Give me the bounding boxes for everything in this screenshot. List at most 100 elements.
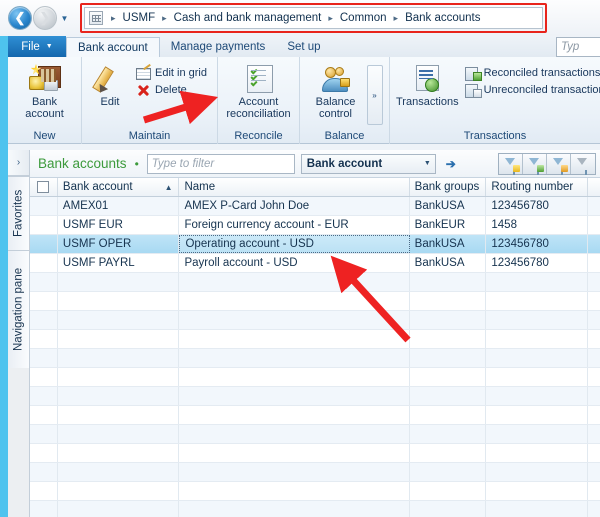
new-bank-account-label: Bank account bbox=[25, 96, 64, 120]
cell-empty bbox=[30, 292, 58, 310]
balance-control-button[interactable]: Balance control bbox=[307, 62, 365, 120]
history-dropdown-icon[interactable]: ▼ bbox=[58, 8, 71, 28]
back-button[interactable]: ❮ bbox=[8, 6, 32, 30]
clear-filter-button[interactable] bbox=[571, 153, 595, 175]
breadcrumb-item-section[interactable]: Common bbox=[338, 11, 389, 25]
column-header-routing-number[interactable]: Routing number bbox=[486, 178, 589, 196]
tab-manage-payments[interactable]: Manage payments bbox=[160, 36, 277, 57]
table-row-selected[interactable]: USMF OPER Operating account - USD BankUS… bbox=[30, 235, 600, 254]
row-select-cell[interactable] bbox=[30, 254, 58, 272]
account-reconciliation-icon bbox=[243, 64, 275, 94]
breadcrumb-item-page[interactable]: Bank accounts bbox=[403, 11, 482, 25]
cell-empty bbox=[410, 482, 487, 500]
row-select-cell[interactable] bbox=[30, 216, 58, 234]
cell-empty bbox=[486, 406, 589, 424]
cell-empty bbox=[486, 387, 589, 405]
reconciled-transactions-button[interactable]: Reconciled transactions bbox=[464, 66, 600, 81]
cell-routing-number: 123456780 bbox=[486, 254, 589, 272]
breadcrumb-separator-icon: ▸ bbox=[393, 12, 399, 23]
cell-empty bbox=[588, 273, 600, 291]
cell-routing-number: 123456780 bbox=[486, 197, 589, 215]
table-row-empty[interactable] bbox=[30, 387, 600, 406]
table-row-empty[interactable] bbox=[30, 349, 600, 368]
cell-empty bbox=[179, 311, 410, 329]
ribbon-group-label-new: New bbox=[33, 130, 56, 142]
cell-empty bbox=[179, 425, 410, 443]
cell-overflow bbox=[588, 235, 600, 253]
cell-empty bbox=[30, 501, 58, 517]
cell-empty bbox=[58, 463, 180, 481]
table-row-empty[interactable] bbox=[30, 425, 600, 444]
table-row[interactable]: USMF EUR Foreign currency account - EUR … bbox=[30, 216, 600, 235]
table-row[interactable]: AMEX01 AMEX P-Card John Doe BankUSA 1234… bbox=[30, 197, 600, 216]
cell-name[interactable]: Operating account - USD bbox=[179, 235, 410, 253]
cell-empty bbox=[30, 425, 58, 443]
row-select-cell[interactable] bbox=[30, 235, 58, 253]
tab-bank-account[interactable]: Bank account bbox=[66, 37, 160, 58]
filter-by-grid-button[interactable] bbox=[523, 153, 547, 175]
ribbon-group-label-maintain: Maintain bbox=[128, 130, 171, 142]
forward-button[interactable]: ❯ bbox=[33, 6, 57, 30]
address-bar[interactable]: ▸ USMF ▸ Cash and bank management ▸ Comm… bbox=[84, 7, 543, 29]
breadcrumb-item-module[interactable]: Cash and bank management bbox=[172, 11, 324, 25]
cell-empty bbox=[410, 349, 487, 367]
sort-ascending-icon: ▲ bbox=[164, 182, 173, 192]
page-title-dropdown-icon[interactable]: • bbox=[133, 157, 141, 171]
grid-icon bbox=[89, 11, 103, 25]
table-row-empty[interactable] bbox=[30, 273, 600, 292]
table-row-empty[interactable] bbox=[30, 501, 600, 517]
row-select-cell[interactable] bbox=[30, 197, 58, 215]
unreconciled-transactions-button[interactable]: Unreconciled transactions bbox=[464, 83, 600, 98]
cell-empty bbox=[588, 349, 600, 367]
select-all-checkbox[interactable] bbox=[37, 181, 50, 193]
column-header-select-all[interactable] bbox=[30, 178, 58, 196]
filter-field-select-value: Bank account bbox=[306, 157, 383, 170]
column-header-bank-account[interactable]: Bank account ▲ bbox=[58, 178, 180, 196]
table-row-empty[interactable] bbox=[30, 444, 600, 463]
cell-empty bbox=[30, 482, 58, 500]
apply-filter-button[interactable]: ➔ bbox=[442, 155, 460, 173]
filter-field-select[interactable]: Bank account ▼ bbox=[300, 153, 436, 174]
table-row-empty[interactable] bbox=[30, 368, 600, 387]
expand-pane-button[interactable]: › bbox=[8, 150, 29, 176]
edit-button[interactable]: Edit bbox=[88, 62, 132, 108]
column-header-name[interactable]: Name bbox=[179, 178, 410, 196]
table-row-empty[interactable] bbox=[30, 311, 600, 330]
cell-empty bbox=[58, 292, 180, 310]
cell-empty bbox=[30, 330, 58, 348]
table-row-empty[interactable] bbox=[30, 482, 600, 501]
table-row-empty[interactable] bbox=[30, 463, 600, 482]
breadcrumb-item-company[interactable]: USMF bbox=[121, 11, 158, 25]
ribbon-overflow-button[interactable]: » bbox=[366, 65, 383, 125]
cell-empty bbox=[58, 387, 180, 405]
transactions-button[interactable]: Transactions bbox=[396, 62, 459, 108]
cell-empty bbox=[486, 482, 589, 500]
funnel-icon bbox=[577, 157, 587, 175]
cell-name: Foreign currency account - EUR bbox=[179, 216, 410, 234]
chevron-down-icon: ▼ bbox=[423, 160, 431, 167]
new-bank-account-button[interactable]: Bank account bbox=[14, 62, 75, 120]
search-input[interactable]: Typ bbox=[556, 37, 600, 57]
side-tab-navigation-pane[interactable]: Navigation pane bbox=[8, 250, 29, 368]
table-row-empty[interactable] bbox=[30, 292, 600, 311]
cell-empty bbox=[588, 292, 600, 310]
table-row[interactable]: USMF PAYRL Payroll account - USD BankUSA… bbox=[30, 254, 600, 273]
cell-empty bbox=[410, 273, 487, 291]
delete-label: Delete bbox=[155, 84, 187, 96]
table-row-empty[interactable] bbox=[30, 330, 600, 349]
filter-by-selection-button[interactable] bbox=[547, 153, 571, 175]
side-tab-favorites[interactable]: Favorites bbox=[8, 176, 29, 250]
column-header-bank-groups[interactable]: Bank groups bbox=[410, 178, 487, 196]
advanced-filter-sort-button[interactable] bbox=[499, 153, 523, 175]
cell-empty bbox=[179, 501, 410, 517]
cell-empty bbox=[30, 311, 58, 329]
cell-empty bbox=[179, 330, 410, 348]
quick-filter-input[interactable]: Type to filter bbox=[146, 153, 295, 174]
tab-set-up[interactable]: Set up bbox=[276, 36, 331, 57]
cell-empty bbox=[179, 406, 410, 424]
file-menu-button[interactable]: File ▼ bbox=[8, 36, 66, 57]
edit-in-grid-button[interactable]: Edit in grid bbox=[136, 66, 207, 80]
account-reconciliation-button[interactable]: Account reconciliation bbox=[224, 62, 293, 120]
delete-button[interactable]: Delete bbox=[136, 83, 207, 97]
table-row-empty[interactable] bbox=[30, 406, 600, 425]
